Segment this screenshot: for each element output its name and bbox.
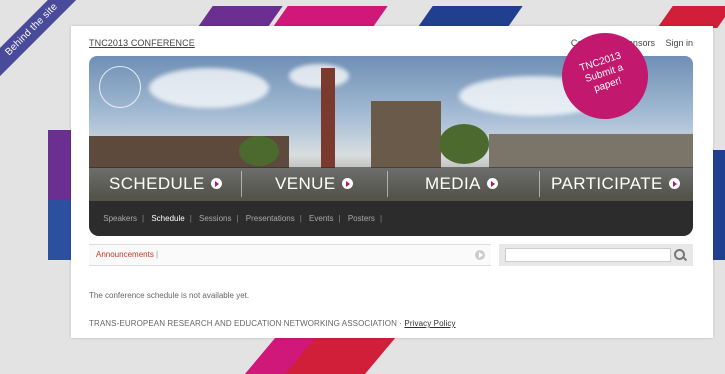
building-shape (489, 134, 693, 168)
footer-separator: · (399, 319, 403, 328)
nav-media[interactable]: MEDIA (425, 167, 498, 201)
subnav-sessions[interactable]: Sessions (199, 201, 231, 236)
sub-nav: Speakers | Schedule | Sessions | Presentati… (89, 201, 693, 236)
nav-venue-label: VENUE (275, 174, 336, 193)
bg-stripe-left-red (48, 200, 72, 260)
nav-media-label: MEDIA (425, 174, 481, 193)
footer: TRANS-EUROPEAN RESEARCH AND EDUCATION NE… (89, 319, 456, 328)
sign-in-link[interactable]: Sign in (665, 38, 693, 48)
announcements-bar: Announcements | (89, 244, 491, 266)
bg-stripe-purple (197, 6, 283, 28)
bg-stripe-pink (272, 6, 388, 28)
nav-schedule-label: SCHEDULE (109, 174, 205, 193)
nav-participate-label: PARTICIPATE (551, 174, 663, 193)
subnav-events[interactable]: Events (309, 201, 333, 236)
nav-divider (241, 171, 242, 197)
subnav-posters[interactable]: Posters (348, 201, 375, 236)
bg-stripe-blue (417, 6, 523, 28)
behind-the-site-ribbon[interactable]: Behind the site (0, 0, 82, 80)
site-title-link[interactable]: TNC2013 CONFERENCE (89, 38, 195, 48)
play-arrow-icon (210, 178, 222, 190)
search-icon[interactable] (674, 249, 685, 260)
tree-shape (239, 136, 279, 166)
church-shape (371, 101, 441, 168)
subnav-speakers[interactable]: Speakers (103, 201, 137, 236)
bg-stripe-red (657, 6, 725, 28)
footer-org: TRANS-EUROPEAN RESEARCH AND EDUCATION NE… (89, 319, 397, 328)
subnav-schedule[interactable]: Schedule (151, 201, 184, 236)
nav-venue[interactable]: VENUE (275, 167, 353, 201)
subnav-presentations[interactable]: Presentations (246, 201, 295, 236)
cloud-shape (289, 64, 349, 88)
cloud-shape (149, 68, 269, 108)
tree-shape (439, 124, 489, 164)
bg-stripe-left-purple (48, 130, 72, 200)
nav-participate[interactable]: PARTICIPATE (551, 167, 680, 201)
next-arrow-icon[interactable] (475, 250, 485, 260)
nav-divider (539, 171, 540, 197)
search-box (499, 244, 693, 266)
announcements-link[interactable]: Announcements (89, 250, 154, 259)
tnc-logo-icon (99, 66, 141, 108)
nav-schedule[interactable]: SCHEDULE (109, 167, 222, 201)
play-arrow-icon (486, 178, 498, 190)
schedule-message: The conference schedule is not available… (89, 291, 250, 300)
privacy-policy-link[interactable]: Privacy Policy (404, 319, 455, 328)
play-arrow-icon (341, 178, 353, 190)
tower-shape (321, 68, 335, 168)
search-input[interactable] (505, 248, 671, 262)
nav-divider (387, 171, 388, 197)
bg-stripe-right-blue (713, 150, 725, 260)
play-arrow-icon (668, 178, 680, 190)
main-nav: SCHEDULE VENUE MEDIA PARTICIPATE (89, 167, 693, 201)
